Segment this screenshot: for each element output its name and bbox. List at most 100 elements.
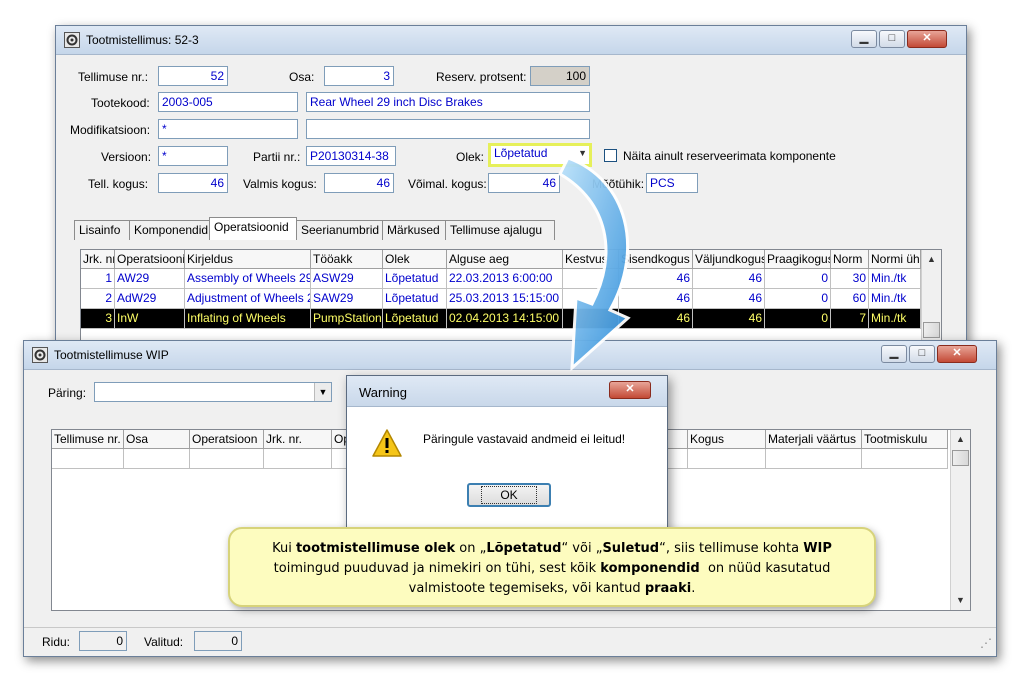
scroll-thumb[interactable] bbox=[923, 322, 940, 338]
order-window-title: Tootmistellimus: 52-3 bbox=[86, 33, 199, 47]
table-cell[interactable]: Lõpetatud bbox=[383, 289, 447, 309]
operations-grid-scrollbar[interactable]: ▲ bbox=[921, 250, 941, 350]
tab-seerianumbrid[interactable]: Seerianumbrid bbox=[296, 220, 383, 240]
callout-bold: komponendid bbox=[600, 561, 700, 576]
warning-dialog-titlebar[interactable]: Warning ✕ bbox=[347, 376, 667, 407]
table-cell[interactable]: 2 bbox=[81, 289, 115, 309]
table-cell[interactable]: 7 bbox=[831, 309, 869, 329]
callout-text: on nüüd kasutatud bbox=[699, 561, 831, 576]
callout-text: . bbox=[691, 581, 696, 596]
table-cell[interactable]: 3 bbox=[81, 309, 115, 329]
batch-no-field[interactable]: P20130314-38 bbox=[306, 146, 396, 166]
column-header[interactable]: Tellimuse nr. bbox=[52, 430, 124, 449]
scroll-down-icon[interactable]: ▼ bbox=[951, 592, 970, 608]
column-header[interactable]: Kirjeldus bbox=[185, 250, 311, 269]
tab-komponendid[interactable]: Komponendid bbox=[129, 220, 210, 240]
column-header[interactable]: Praagikogus bbox=[765, 250, 831, 269]
table-cell[interactable]: Min./tk bbox=[869, 269, 921, 289]
ok-button-label: OK bbox=[481, 486, 537, 504]
selected-label: Valitud: bbox=[144, 635, 184, 649]
table-cell[interactable]: Min./tk bbox=[869, 309, 921, 329]
modification-desc-field[interactable] bbox=[306, 119, 590, 139]
callout-bold: WIP bbox=[803, 541, 832, 556]
column-header[interactable]: Jrk. nr. bbox=[81, 250, 115, 269]
scroll-up-icon[interactable]: ▲ bbox=[951, 431, 970, 447]
column-header[interactable]: Väljundkogus bbox=[693, 250, 765, 269]
table-cell[interactable]: Lõpetatud bbox=[383, 269, 447, 289]
table-cell[interactable]: PumpStation bbox=[311, 309, 383, 329]
column-header[interactable]: Operatsiooni bbox=[115, 250, 185, 269]
table-cell[interactable]: Adjustment of Wheels 29 bbox=[185, 289, 311, 309]
product-name-field[interactable]: Rear Wheel 29 inch Disc Brakes bbox=[306, 92, 590, 112]
minimize-button[interactable]: ▁ bbox=[851, 30, 877, 48]
minimize-button[interactable]: ▁ bbox=[881, 345, 907, 363]
column-header[interactable]: Olek bbox=[383, 250, 447, 269]
tab-lisainfo[interactable]: Lisainfo bbox=[74, 220, 130, 240]
version-field[interactable]: * bbox=[158, 146, 228, 166]
dialog-close-button[interactable]: ✕ bbox=[609, 381, 651, 399]
table-cell[interactable]: 60 bbox=[831, 289, 869, 309]
product-code-field[interactable]: 2003-005 bbox=[158, 92, 298, 112]
tab-tellimuse-ajalugu[interactable]: Tellimuse ajalugu bbox=[445, 220, 555, 240]
table-cell[interactable] bbox=[124, 449, 190, 469]
table-cell[interactable] bbox=[766, 449, 862, 469]
table-cell[interactable] bbox=[688, 449, 766, 469]
close-button[interactable]: ✕ bbox=[937, 345, 977, 363]
close-button[interactable]: ✕ bbox=[907, 30, 947, 48]
table-cell[interactable]: SAW29 bbox=[311, 289, 383, 309]
callout-line-3: valmistoote tegemiseks, või kantud praak… bbox=[230, 579, 874, 599]
callout-text: on „ bbox=[455, 541, 487, 556]
column-header[interactable]: Materjali väärtus bbox=[766, 430, 862, 449]
column-header[interactable]: Kogus bbox=[688, 430, 766, 449]
table-cell[interactable]: 1 bbox=[81, 269, 115, 289]
tab-markused[interactable]: Märkused bbox=[382, 220, 446, 240]
column-header[interactable]: Tööakk bbox=[311, 250, 383, 269]
table-cell[interactable]: Assembly of Wheels 29 bbox=[185, 269, 311, 289]
table-cell[interactable]: 0 bbox=[765, 309, 831, 329]
modification-field[interactable]: * bbox=[158, 119, 298, 139]
ok-button[interactable]: OK bbox=[467, 483, 551, 507]
table-cell[interactable]: 46 bbox=[693, 309, 765, 329]
wip-grid-scrollbar[interactable]: ▲ ▼ bbox=[950, 430, 970, 610]
maximize-button[interactable]: □ bbox=[879, 30, 905, 48]
query-select[interactable]: ▼ bbox=[94, 382, 332, 402]
wip-window-titlebar[interactable]: Tootmistellimuse WIP ▁ □ ✕ bbox=[24, 341, 996, 370]
table-cell[interactable]: 46 bbox=[693, 269, 765, 289]
column-header[interactable]: Norm bbox=[831, 250, 869, 269]
table-cell[interactable]: 46 bbox=[693, 289, 765, 309]
table-cell[interactable]: 0 bbox=[765, 289, 831, 309]
table-cell[interactable]: Lõpetatud bbox=[383, 309, 447, 329]
table-cell[interactable] bbox=[52, 449, 124, 469]
part-field[interactable]: 3 bbox=[324, 66, 394, 86]
dropdown-arrow-icon[interactable]: ▼ bbox=[314, 383, 331, 401]
column-header[interactable]: Osa bbox=[124, 430, 190, 449]
scroll-up-icon[interactable]: ▲ bbox=[922, 251, 941, 267]
table-cell[interactable] bbox=[862, 449, 948, 469]
scroll-thumb[interactable] bbox=[952, 450, 969, 466]
table-cell[interactable]: 0 bbox=[765, 269, 831, 289]
column-header[interactable]: Jrk. nr. bbox=[264, 430, 332, 449]
order-qty-field[interactable]: 46 bbox=[158, 173, 228, 193]
table-cell[interactable] bbox=[190, 449, 264, 469]
column-header[interactable]: Operatsioon bbox=[190, 430, 264, 449]
table-cell[interactable]: AdW29 bbox=[115, 289, 185, 309]
column-header[interactable]: Tootmiskulu bbox=[862, 430, 948, 449]
table-cell[interactable]: 30 bbox=[831, 269, 869, 289]
table-cell[interactable]: AW29 bbox=[115, 269, 185, 289]
maximize-icon: □ bbox=[888, 32, 896, 44]
done-qty-field[interactable]: 46 bbox=[324, 173, 394, 193]
table-cell[interactable] bbox=[264, 449, 332, 469]
table-cell[interactable]: InW bbox=[115, 309, 185, 329]
table-cell[interactable]: Inflating of Wheels bbox=[185, 309, 311, 329]
order-window-titlebar[interactable]: Tootmistellimus: 52-3 ▁ □ ✕ bbox=[56, 26, 966, 55]
order-no-field[interactable]: 52 bbox=[158, 66, 228, 86]
table-cell[interactable]: ASW29 bbox=[311, 269, 383, 289]
callout-text: “ või „ bbox=[561, 541, 603, 556]
table-cell[interactable]: Min./tk bbox=[869, 289, 921, 309]
order-qty-label: Tell. kogus: bbox=[88, 177, 149, 191]
maximize-button[interactable]: □ bbox=[909, 345, 935, 363]
status-bar: Ridu: 0 Valitud: 0 ⋰ bbox=[24, 627, 996, 656]
column-header[interactable]: Normi ühik bbox=[869, 250, 921, 269]
tab-operatsioonid[interactable]: Operatsioonid bbox=[209, 217, 297, 240]
resize-grip-icon[interactable]: ⋰ bbox=[980, 636, 992, 650]
